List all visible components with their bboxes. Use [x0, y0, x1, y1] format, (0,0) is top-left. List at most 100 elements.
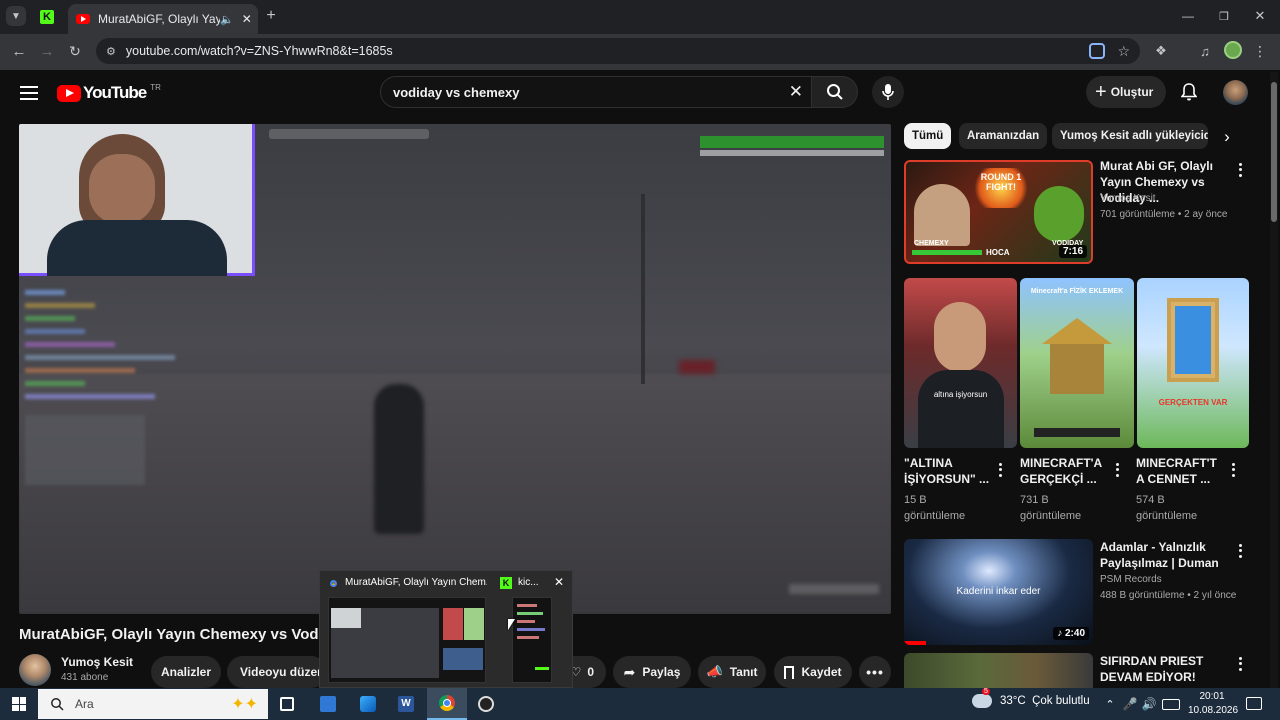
weather-widget[interactable]: 5 33°C Çok bulutlu — [972, 688, 1090, 708]
back-icon[interactable]: ← — [10, 42, 28, 60]
video-player[interactable] — [19, 124, 891, 614]
create-button[interactable]: + Oluştur — [1086, 76, 1166, 108]
profile-avatar[interactable] — [1224, 41, 1242, 59]
chrome-taskbar-button[interactable] — [427, 688, 467, 720]
megaphone-icon: 📣 — [706, 664, 723, 679]
chip-from-uploader[interactable]: Yumoş Kesit adlı yükleyiciden — [1052, 123, 1208, 149]
recommended-video-meta: 701 görüntüleme • 2 ay önce — [1100, 209, 1228, 220]
weather-text: 33°C Çok bulutlu — [1000, 695, 1090, 707]
url-text[interactable]: youtube.com/watch?v=ZNS-YhwwRn8&t=1685s — [126, 44, 393, 58]
search-input-value[interactable]: vodiday vs chemexy — [393, 85, 519, 100]
recommended-video-channel[interactable]: PSM Records — [1100, 572, 1162, 588]
forward-icon[interactable]: → — [38, 42, 56, 60]
thumbnail-mid-name: HOCA — [986, 248, 1010, 257]
obs-taskbar-icon[interactable] — [478, 696, 494, 712]
page-scrollbar[interactable] — [1270, 72, 1278, 688]
photos-icon[interactable] — [360, 696, 376, 712]
preview-kick-item[interactable]: K kic... ✕ — [494, 571, 572, 687]
recommended-video-title[interactable]: SIFIRDAN PRIEST DEVAM EDİYOR! — [1100, 653, 1234, 685]
thumbnail-round-text: ROUND 1 FIGHT! — [980, 172, 1022, 192]
keyboard-icon[interactable] — [1162, 699, 1180, 710]
store-icon[interactable] — [320, 696, 336, 712]
clock-time[interactable]: 20:01 — [1198, 691, 1226, 702]
short-title[interactable]: "ALTINA İŞİYORSUN" ... — [904, 455, 994, 487]
site-info-icon[interactable]: ⚙ — [106, 45, 116, 58]
search-button[interactable] — [812, 76, 858, 108]
restore-icon[interactable]: ❐ — [1214, 8, 1234, 24]
notification-center-icon[interactable] — [1246, 697, 1262, 710]
chips-next-icon[interactable]: › — [1212, 124, 1242, 150]
tab-search-chevron-icon[interactable]: ▼ — [6, 6, 26, 26]
youtube-logo-icon — [57, 84, 81, 102]
weather-badge: 5 — [982, 688, 990, 695]
promote-button[interactable]: 📣 Tanıt — [698, 656, 766, 688]
search-input[interactable]: vodiday vs chemexy ✕ — [380, 76, 812, 108]
channel-avatar[interactable] — [19, 654, 51, 686]
chip-from-uploader-label: Yumoş Kesit adlı yükleyiciden — [1060, 130, 1208, 142]
preview-title: MuratAbiGF, Olaylı Yayın Chem... — [345, 577, 487, 588]
preview-close-icon[interactable]: ✕ — [554, 575, 564, 589]
recommended-video-title[interactable]: Adamlar - Yalnızlık Paylaşılmaz | Duman — [1100, 539, 1234, 571]
bookmark-star-icon[interactable]: ☆ — [1117, 43, 1130, 60]
task-view-icon[interactable] — [280, 697, 294, 711]
short-menu-icon[interactable] — [1111, 462, 1123, 478]
short-menu-icon[interactable] — [994, 462, 1006, 478]
taskbar-search-box[interactable]: Ara ✦✦ — [38, 689, 268, 719]
short-caption: Minecraft'a FİZİK EKLEMEK — [1030, 288, 1124, 295]
recommended-video-thumbnail[interactable]: Kaderini inkar eder ♪ 2:40 — [904, 539, 1093, 645]
bookmark-icon — [784, 665, 795, 679]
windows-start-icon[interactable] — [12, 697, 26, 711]
short-title[interactable]: MINECRAFT'T A CENNET ... — [1136, 455, 1224, 487]
chrome-menu-icon[interactable]: ⋮ — [1253, 42, 1267, 60]
address-bar[interactable]: ⚙ youtube.com/watch?v=ZNS-YhwwRn8&t=1685… — [96, 38, 1140, 64]
volume-icon[interactable]: 🔊 — [1142, 696, 1157, 712]
tab-close-icon[interactable]: ✕ — [242, 12, 252, 26]
kick-tab-icon[interactable]: K — [40, 10, 54, 24]
install-app-icon[interactable] — [1089, 43, 1106, 59]
recommended-video-thumbnail[interactable] — [904, 653, 1093, 688]
clear-search-icon[interactable]: ✕ — [789, 82, 803, 102]
preview-chrome-item[interactable]: MuratAbiGF, Olaylı Yayın Chem... — [320, 571, 492, 687]
recommended-video-channel[interactable]: Yumoş Kesit — [1100, 191, 1156, 207]
taskbar-preview-popup: MuratAbiGF, Olaylı Yayın Chem... K kic..… — [319, 570, 573, 688]
active-tab[interactable]: MuratAbiGF, Olaylı Yayın Ch 🔈 ✕ — [68, 4, 258, 34]
short-thumbnail[interactable]: altına işiyorsun — [904, 278, 1017, 448]
recommended-video-menu-icon[interactable] — [1234, 162, 1246, 178]
short-menu-icon[interactable] — [1227, 462, 1239, 478]
recommended-video-menu-icon[interactable] — [1234, 656, 1246, 672]
channel-name[interactable]: Yumoş Kesit — [61, 655, 133, 669]
window-close-icon[interactable]: ✕ — [1250, 8, 1270, 24]
short-title[interactable]: MINECRAFT'A GERÇEKÇİ ... — [1020, 455, 1110, 487]
audio-playing-icon[interactable]: 🔈 — [220, 13, 234, 26]
save-button[interactable]: Kaydet — [774, 656, 852, 688]
account-avatar[interactable] — [1223, 80, 1248, 105]
microphone-icon — [882, 84, 894, 100]
microphone-tray-icon[interactable]: 🎤 — [1123, 696, 1138, 712]
short-thumbnail[interactable]: GERÇEKTEN VAR — [1137, 278, 1249, 448]
reload-icon[interactable]: ↻ — [66, 42, 84, 60]
new-tab-icon[interactable]: + — [262, 7, 280, 25]
minimize-icon[interactable]: — — [1178, 8, 1198, 24]
extensions-icon[interactable]: ❖ — [1152, 42, 1170, 60]
kick-icon: K — [500, 577, 512, 589]
recommended-video-thumbnail[interactable]: ROUND 1 FIGHT! CHEMEXY HOCA VODIDAY 7:16 — [904, 160, 1093, 264]
word-icon[interactable]: W — [398, 696, 414, 712]
music-note-icon: ♪ — [1057, 628, 1065, 639]
share-button[interactable]: ➦ Paylaş — [613, 656, 691, 688]
chip-from-search[interactable]: Aramanızdan — [959, 123, 1048, 149]
clock-date[interactable]: 10.08.2026 — [1188, 705, 1238, 716]
hamburger-menu-icon[interactable] — [20, 84, 38, 100]
notifications-bell-icon[interactable] — [1178, 82, 1200, 102]
analytics-button[interactable]: Analizler — [151, 656, 221, 688]
tray-chevron-icon[interactable]: ⌃ — [1103, 696, 1117, 712]
voice-search-button[interactable] — [872, 76, 904, 108]
more-actions-button[interactable]: ••• — [859, 656, 891, 688]
recommended-video-menu-icon[interactable] — [1234, 543, 1246, 559]
media-control-icon[interactable]: ♫ — [1196, 42, 1214, 60]
youtube-logo[interactable]: YouTube TR — [57, 82, 161, 104]
short-thumbnail[interactable]: Minecraft'a FİZİK EKLEMEK — [1020, 278, 1134, 448]
short-views-label: görüntüleme — [904, 510, 966, 522]
edit-video-label: Videoyu düzenle — [240, 665, 327, 679]
chip-all[interactable]: Tümü — [904, 123, 952, 149]
edit-video-button[interactable]: Videoyu düzenle — [227, 656, 327, 688]
